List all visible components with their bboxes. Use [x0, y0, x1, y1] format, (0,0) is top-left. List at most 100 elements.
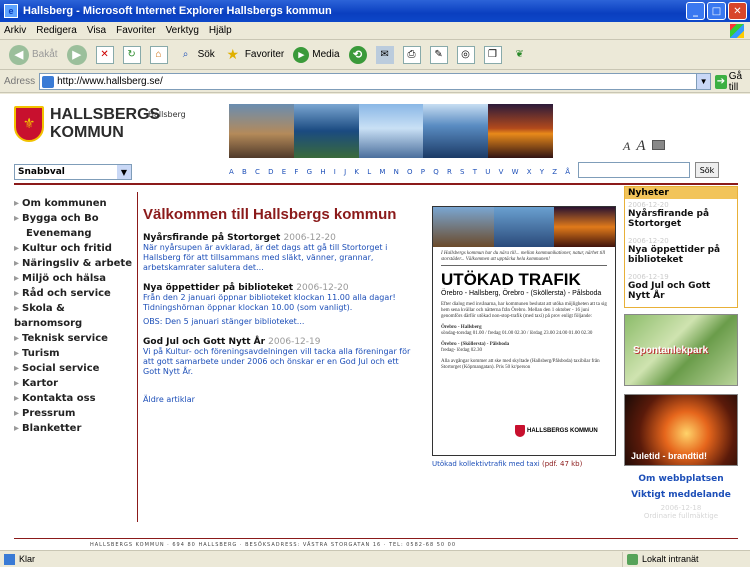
- poster-photo: [433, 207, 494, 247]
- menu-arkiv[interactable]: Arkiv: [4, 25, 26, 36]
- poster-intro: I Hallsbergs kommun har du nära till... …: [441, 251, 607, 266]
- news-date: 2006-12-20: [283, 233, 336, 243]
- breadcrumb[interactable]: Hallsberg: [148, 110, 186, 119]
- news-box-item[interactable]: 2006-12-20 Nyårsfirande på Stortorget: [625, 199, 737, 235]
- news-text[interactable]: När nyårsupen är avklarad, är det dags a…: [143, 243, 413, 273]
- menu-verktyg[interactable]: Verktyg: [166, 25, 199, 36]
- arrow-icon: ▸: [14, 423, 20, 434]
- news-box-title[interactable]: Nya öppettider på biblioteket: [628, 245, 734, 265]
- pdf-link-text[interactable]: Utökad kollektivtrafik med taxi: [432, 460, 540, 468]
- news-box-item[interactable]: 2006-12-19 God Jul och Gott Nytt År: [625, 271, 737, 307]
- coat-of-arms-icon: [515, 425, 525, 437]
- poster-schedule1: söndag-torsdag 01.00 / fredag 01.00 02.3…: [441, 331, 593, 336]
- research-button[interactable]: ❦: [508, 43, 532, 67]
- arrow-icon: ▸: [14, 198, 20, 209]
- news-text[interactable]: Vi på Kultur- och föreningsavdelningen v…: [143, 347, 413, 377]
- about-site-link[interactable]: Om webbplatsen: [624, 474, 738, 484]
- nav-item[interactable]: ▸ Blanketter: [14, 421, 132, 436]
- nav-item[interactable]: ▸ Kontakta oss: [14, 391, 132, 406]
- text-size-small[interactable]: A: [623, 139, 630, 154]
- news-title[interactable]: God Jul och Gott Nytt År: [143, 337, 265, 347]
- messenger-button[interactable]: ❐: [481, 43, 505, 67]
- news-item: God Jul och Gott Nytt År 2006-12-19 Vi p…: [143, 337, 413, 377]
- nav-item[interactable]: ▸ Bygga och Bo: [14, 211, 132, 226]
- menu-visa[interactable]: Visa: [87, 25, 106, 36]
- stop-button[interactable]: ✕: [93, 43, 117, 67]
- nav-item[interactable]: ▸ Råd och service: [14, 286, 132, 301]
- news-text[interactable]: Från den 2 januari öppnar biblioteket kl…: [143, 293, 413, 313]
- news-box-title[interactable]: God Jul och Gott Nytt År: [628, 281, 734, 301]
- menu-redigera[interactable]: Redigera: [36, 25, 77, 36]
- ie-icon: e: [4, 4, 18, 18]
- address-input[interactable]: http://www.hallsberg.se/ ▼: [39, 73, 712, 90]
- print-page-icon[interactable]: [651, 140, 665, 150]
- news-box-title[interactable]: Nyårsfirande på Stortorget: [628, 209, 734, 229]
- news-box-date: 2006-12-20: [628, 237, 669, 245]
- media-button[interactable]: ▸ Media: [290, 43, 342, 67]
- nav-item[interactable]: ▸ Kultur och fritid: [14, 241, 132, 256]
- go-button[interactable]: ➔ Gå till: [715, 71, 750, 93]
- poster-route: Örebro - Hallsberg, Örebro - (Sköllersta…: [441, 290, 602, 297]
- refresh-button[interactable]: ↻: [120, 43, 144, 67]
- quick-select[interactable]: Snabbval ▼: [14, 164, 132, 180]
- back-label: Bakåt: [32, 49, 58, 60]
- poster-photo: [554, 207, 616, 247]
- older-articles-link[interactable]: Äldre artiklar: [143, 395, 413, 404]
- news-box-item[interactable]: 2006-12-20 Nya öppettider på biblioteket: [625, 235, 737, 271]
- discuss-button[interactable]: ◎: [454, 43, 478, 67]
- close-button[interactable]: ✕: [728, 2, 747, 20]
- nav-item[interactable]: ▸ Skola & barnomsorg: [14, 301, 132, 331]
- fire-safety-image[interactable]: Juletid - brandtid!: [624, 394, 738, 466]
- nav-item[interactable]: ▸ Teknisk service: [14, 331, 132, 346]
- back-button[interactable]: ◀ Bakåt: [6, 43, 61, 67]
- mail-button[interactable]: ✉: [373, 43, 397, 67]
- menu-hjalp[interactable]: Hjälp: [209, 25, 232, 36]
- nav-item[interactable]: ▸ Om kommunen: [14, 196, 132, 211]
- nav-item[interactable]: ▸ Pressrum: [14, 406, 132, 421]
- minimize-button[interactable]: _: [686, 2, 705, 20]
- maximize-button[interactable]: □: [707, 2, 726, 20]
- title-bar[interactable]: e Hallsberg - Microsoft Internet Explore…: [0, 0, 750, 22]
- site-search-input[interactable]: [578, 162, 690, 178]
- home-button[interactable]: ⌂: [147, 43, 171, 67]
- nav-item[interactable]: ▸ Turism: [14, 346, 132, 361]
- faded-date: 2006-12-18: [660, 504, 702, 512]
- nav-label: Skola & barnomsorg: [14, 303, 83, 329]
- nav-label: Näringsliv & arbete: [22, 258, 132, 269]
- menu-favoriter[interactable]: Favoriter: [116, 25, 155, 36]
- edit-button[interactable]: ✎: [427, 43, 451, 67]
- forward-arrow-icon: ▶: [66, 44, 87, 65]
- news-title[interactable]: Nyårsfirande på Stortorget: [143, 233, 280, 243]
- poster-footer: Alla avgångar kommer att ske med skyltad…: [441, 359, 600, 370]
- star-icon: ★: [226, 46, 240, 62]
- traffic-poster[interactable]: I Hallsbergs kommun har du nära till... …: [432, 206, 616, 456]
- site-logo[interactable]: ⚜ HALLSBERGS KOMMUN: [14, 106, 160, 142]
- forward-button[interactable]: ▶: [64, 43, 90, 67]
- nav-item[interactable]: ▸ Kartor: [14, 376, 132, 391]
- nav-item[interactable]: ▸ Miljö och hälsa: [14, 271, 132, 286]
- nav-item[interactable]: Evenemang: [14, 226, 132, 241]
- zone-label: Lokalt intranät: [642, 554, 699, 564]
- news-title-wrap[interactable]: God Jul och Gott Nytt År 2006-12-19: [143, 337, 413, 347]
- pdf-link[interactable]: Utökad kollektivtrafik med taxi (pdf. 47…: [432, 460, 582, 468]
- windows-logo-icon: [730, 24, 744, 38]
- nav-item[interactable]: ▸ Social service: [14, 361, 132, 376]
- important-message-link[interactable]: Viktigt meddelande: [624, 490, 738, 500]
- search-button[interactable]: ⌕ Sök: [174, 43, 218, 67]
- text-size-large[interactable]: A: [636, 138, 645, 155]
- news-title-wrap[interactable]: Nya öppettider på biblioteket 2006-12-20: [143, 283, 413, 293]
- poster-body: Efter dialog med invånarna, har kommunen…: [441, 302, 607, 319]
- favorites-button[interactable]: ★ Favoriter: [221, 43, 287, 67]
- news-title-wrap[interactable]: Nyårsfirande på Stortorget 2006-12-20: [143, 233, 413, 243]
- nav-label: Miljö och hälsa: [22, 273, 107, 284]
- news-box-date: 2006-12-20: [628, 201, 669, 209]
- history-button[interactable]: ⟲: [346, 43, 370, 67]
- news-text-extra[interactable]: OBS: Den 5 januari stänger biblioteket..…: [143, 317, 413, 327]
- nav-item[interactable]: ▸ Näringsliv & arbete: [14, 256, 132, 271]
- playground-map-image[interactable]: Spontanlekpark: [624, 314, 738, 386]
- alphabet-index[interactable]: A B C D E F G H I J K L M N O P Q R S T …: [229, 168, 598, 176]
- site-search-button[interactable]: Sök: [695, 162, 719, 178]
- print-button[interactable]: ⎙: [400, 43, 424, 67]
- news-title[interactable]: Nya öppettider på biblioteket: [143, 283, 293, 293]
- chevron-down-icon[interactable]: ▼: [696, 74, 711, 89]
